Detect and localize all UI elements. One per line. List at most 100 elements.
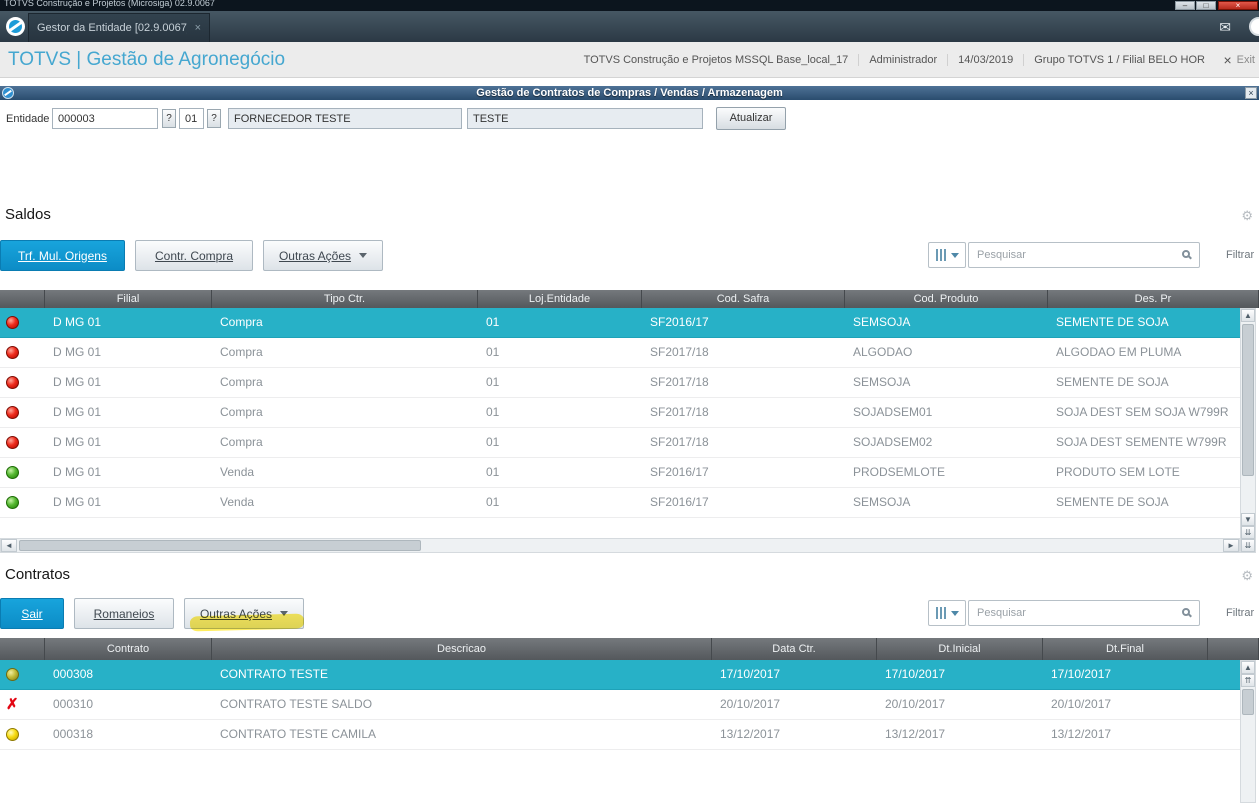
col-header-cod-safra[interactable]: Cod. Safra	[642, 290, 845, 308]
scroll-right-icon[interactable]: ►	[1223, 539, 1239, 552]
scroll-thumb[interactable]	[1242, 324, 1254, 476]
cell-tipo: Compra	[220, 315, 263, 329]
cell-safra: SF2017/18	[650, 375, 709, 389]
sair-button[interactable]: Sair	[0, 598, 64, 629]
scroll-up-icon[interactable]: ▲	[1241, 661, 1255, 674]
cell-produto: ALGODAO	[853, 345, 913, 359]
entity-store-input[interactable]	[179, 108, 204, 129]
entity-store-lookup-button[interactable]: ?	[207, 109, 221, 128]
col-header-dt-final[interactable]: Dt.Final	[1043, 638, 1208, 660]
exit-label: Exit	[1236, 53, 1255, 66]
cell-dt-inicial: 13/12/2017	[885, 727, 946, 741]
table-row[interactable]: D MG 01 Compra 01 SF2017/18 SOJADSEM01 S…	[0, 398, 1240, 428]
scroll-thumb[interactable]	[1242, 689, 1254, 715]
cell-loja: 01	[486, 375, 500, 389]
entity-code-lookup-button[interactable]: ?	[162, 109, 176, 128]
cell-loja: 01	[486, 315, 500, 329]
table-row[interactable]: D MG 01 Compra 01 SF2017/18 ALGODAO ALGO…	[0, 338, 1240, 368]
saldos-outras-acoes-button[interactable]: Outras Ações	[263, 240, 383, 271]
yellow-marker-annotation	[189, 613, 305, 632]
table-row[interactable]: D MG 01 Compra 01 SF2017/18 SEMSOJA SEME…	[0, 368, 1240, 398]
romaneios-button[interactable]: Romaneios	[74, 598, 174, 629]
search-icon[interactable]	[1182, 608, 1190, 616]
saldos-vertical-scrollbar[interactable]: ▲ ▼ ⇊ ⇊	[1240, 308, 1256, 553]
scroll-track[interactable]	[1241, 687, 1255, 802]
minimize-button[interactable]: –	[1175, 1, 1195, 10]
cell-safra: SF2016/17	[650, 495, 709, 509]
tab-label: Gestor da Entidade [02.9.0067]	[37, 22, 187, 34]
chevron-down-icon	[950, 610, 959, 616]
search-icon[interactable]	[1182, 250, 1190, 258]
tab-gestor-da-entidade[interactable]: Gestor da Entidade [02.9.0067] ×	[28, 13, 210, 42]
saldos-toolbar: Trf. Mul. Origens Contr. Compra Outras A…	[0, 240, 1259, 272]
table-row[interactable]: 000318 CONTRATO TESTE CAMILA 13/12/2017 …	[0, 720, 1240, 750]
entity-code-input[interactable]	[52, 108, 158, 129]
saldos-settings-gear-icon[interactable]: ⚙	[1241, 208, 1253, 224]
status-icon	[6, 406, 19, 419]
col-header-descricao[interactable]: Descricao	[212, 638, 712, 660]
col-header-data-ctr[interactable]: Data Ctr.	[712, 638, 877, 660]
contratos-search-input[interactable]	[969, 601, 1199, 625]
contratos-title: Contratos	[5, 566, 71, 583]
exit-close-icon[interactable]: ×	[1223, 52, 1231, 68]
table-row[interactable]: D MG 01 Compra 01 SF2017/18 SOJADSEM02 S…	[0, 428, 1240, 458]
contratos-columns-picker-button[interactable]	[928, 600, 966, 626]
col-header-des-produto[interactable]: Des. Pr	[1048, 290, 1259, 308]
trf-mul-origens-button[interactable]: Trf. Mul. Origens	[0, 240, 125, 271]
saldos-filtrar-link[interactable]: Filtrar	[1226, 249, 1254, 261]
cell-descricao: ALGODAO EM PLUMA	[1056, 345, 1182, 359]
tray-icon[interactable]	[1249, 17, 1259, 36]
cell-filial: D MG 01	[53, 405, 102, 419]
status-cell	[0, 458, 45, 487]
scroll-track[interactable]	[1241, 322, 1255, 513]
page-up-icon[interactable]: ⇈	[1241, 674, 1255, 687]
page-down-icon[interactable]: ⇊	[1241, 526, 1255, 539]
totvs-logo-icon[interactable]	[6, 17, 25, 36]
entity-name-input[interactable]	[228, 108, 462, 129]
table-row[interactable]: D MG 01 Venda 01 SF2016/17 PRODSEMLOTE P…	[0, 458, 1240, 488]
scroll-thumb[interactable]	[19, 540, 421, 551]
scroll-up-icon[interactable]: ▲	[1241, 309, 1255, 322]
cell-descricao: SOJA DEST SEMENTE W799R	[1056, 435, 1227, 449]
col-header-cod-produto[interactable]: Cod. Produto	[845, 290, 1048, 308]
close-button[interactable]: ×	[1218, 1, 1258, 10]
table-row[interactable]: D MG 01 Compra 01 SF2016/17 SEMSOJA SEME…	[0, 308, 1240, 338]
cell-dt-final: 13/12/2017	[1051, 727, 1112, 741]
table-row[interactable]: D MG 01 Venda 01 SF2016/17 SEMSOJA SEMEN…	[0, 488, 1240, 518]
col-header-loj-entidade[interactable]: Loj.Entidade	[478, 290, 642, 308]
envelope-icon[interactable]: ✉	[1219, 19, 1231, 36]
window-title: TOTVS Construção e Projetos (Microsiga) …	[4, 0, 215, 8]
contr-compra-button[interactable]: Contr. Compra	[135, 240, 253, 271]
table-row[interactable]: 000310 CONTRATO TESTE SALDO 20/10/2017 2…	[0, 690, 1240, 720]
cell-contrato: 000310	[53, 697, 94, 711]
entity-shortname-input[interactable]	[467, 108, 703, 129]
dialog-close-button[interactable]: ×	[1245, 87, 1257, 99]
maximize-button[interactable]: □	[1196, 1, 1216, 10]
col-header-status	[0, 638, 45, 660]
scroll-left-icon[interactable]: ◄	[1, 539, 17, 552]
status-icon	[6, 698, 19, 711]
col-header-contrato[interactable]: Contrato	[45, 638, 212, 660]
saldos-search-input[interactable]	[969, 243, 1199, 267]
saldos-horizontal-scrollbar[interactable]: ◄ ►	[0, 538, 1240, 553]
cell-produto: SOJADSEM01	[853, 405, 933, 419]
cell-descricao: SEMENTE DE SOJA	[1056, 375, 1169, 389]
cell-filial: D MG 01	[53, 315, 102, 329]
contratos-filtrar-link[interactable]: Filtrar	[1226, 607, 1254, 619]
contratos-vertical-scrollbar[interactable]: ▲ ⇈	[1240, 660, 1256, 803]
tab-close-icon[interactable]: ×	[195, 22, 201, 34]
contratos-settings-gear-icon[interactable]: ⚙	[1241, 568, 1253, 584]
atualizar-button[interactable]: Atualizar	[716, 107, 786, 130]
scroll-down-icon[interactable]: ▼	[1241, 513, 1255, 526]
exit-button[interactable]: × Exit	[1223, 42, 1255, 77]
contratos-table: Contrato Descricao Data Ctr. Dt.Inicial …	[0, 638, 1259, 750]
saldos-title: Saldos	[5, 206, 51, 223]
status-cell	[0, 660, 45, 689]
go-to-end-icon[interactable]: ⇊	[1241, 539, 1255, 552]
saldos-columns-picker-button[interactable]	[928, 242, 966, 268]
col-header-filial[interactable]: Filial	[45, 290, 212, 308]
col-header-dt-inicial[interactable]: Dt.Inicial	[877, 638, 1043, 660]
col-header-tipo-ctr[interactable]: Tipo Ctr.	[212, 290, 478, 308]
table-row[interactable]: 000308 CONTRATO TESTE 17/10/2017 17/10/2…	[0, 660, 1240, 690]
cell-descricao: SOJA DEST SEM SOJA W799R	[1056, 405, 1229, 419]
